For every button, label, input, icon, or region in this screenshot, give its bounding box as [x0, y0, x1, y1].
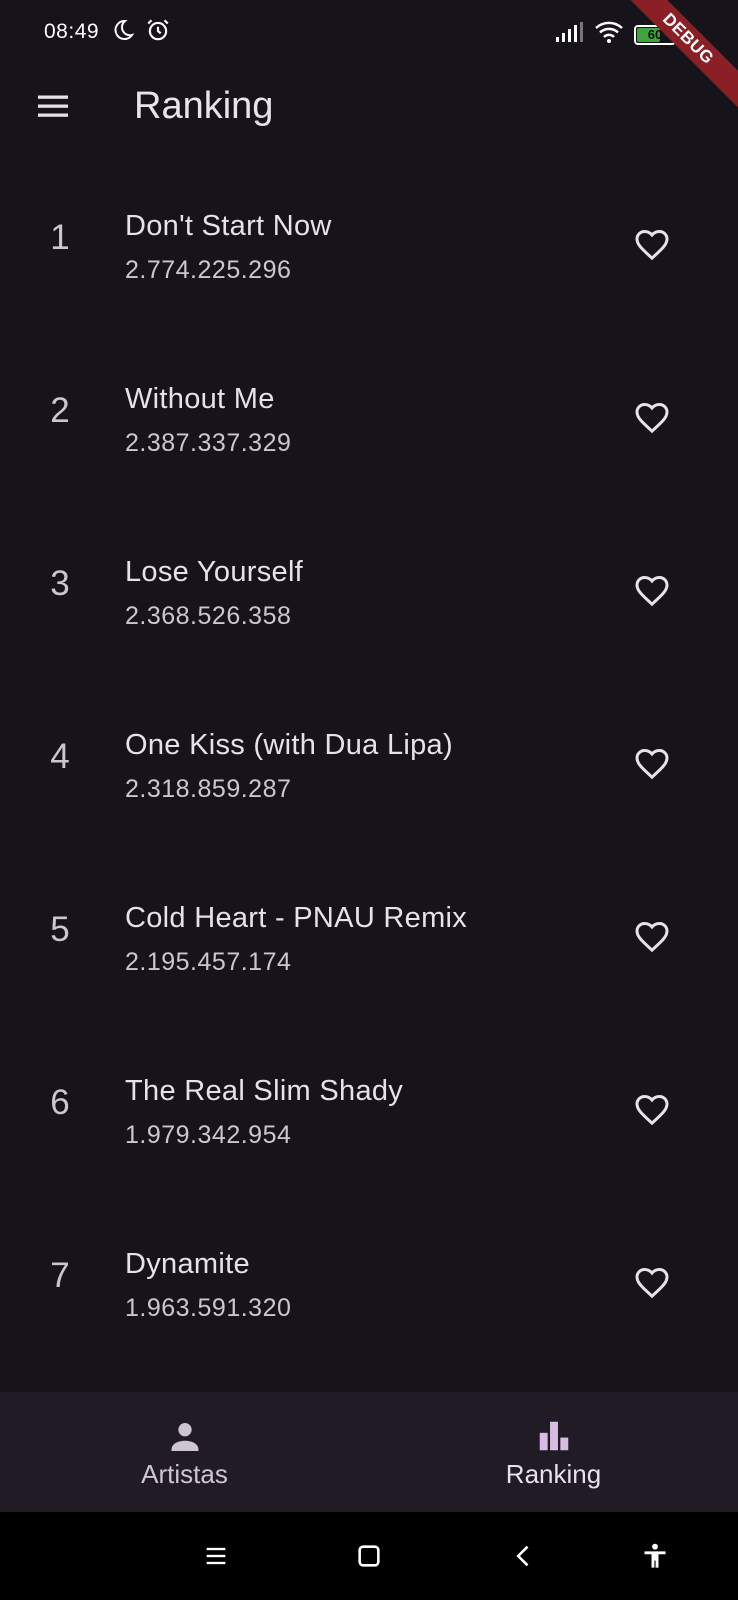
list-item[interactable]: 7 Dynamite 1.963.591.320 — [0, 1198, 738, 1371]
battery-icon: 60 — [634, 24, 680, 45]
back-icon — [516, 1545, 529, 1567]
ranking-list: 1 Don't Start Now 2.774.225.296 2 Withou… — [0, 160, 738, 1371]
favorite-button[interactable] — [626, 1256, 678, 1308]
nav-label-artistas: Artistas — [141, 1458, 228, 1489]
list-item[interactable]: 1 Don't Start Now 2.774.225.296 — [0, 160, 738, 333]
system-navigation-bar — [0, 1512, 738, 1600]
heart-outline-icon — [635, 748, 669, 780]
recents-icon — [206, 1547, 226, 1565]
stream-count: 2.195.457.174 — [125, 948, 292, 976]
heart-outline-icon — [635, 575, 669, 607]
stream-count: 2.318.859.287 — [125, 775, 292, 803]
rank-number: 7 — [50, 1256, 70, 1295]
nav-item-artistas[interactable]: Artistas — [0, 1392, 369, 1512]
moon-icon — [111, 18, 135, 47]
heart-outline-icon — [635, 1094, 669, 1126]
hamburger-menu-icon — [38, 95, 68, 117]
list-item[interactable]: 4 One Kiss (with Dua Lipa) 2.318.859.287 — [0, 679, 738, 852]
song-title: Without Me — [125, 383, 275, 415]
rank-number: 3 — [50, 564, 70, 603]
rank-number: 5 — [50, 910, 70, 949]
favorite-button[interactable] — [626, 910, 678, 962]
home-icon — [358, 1545, 380, 1567]
song-title: One Kiss (with Dua Lipa) — [125, 729, 453, 761]
page-title: Ranking — [134, 84, 274, 127]
song-title: Don't Start Now — [125, 210, 332, 242]
favorite-button[interactable] — [626, 391, 678, 443]
menu-button[interactable] — [24, 77, 82, 135]
stream-count: 1.979.342.954 — [125, 1121, 292, 1149]
back-button[interactable] — [502, 1534, 546, 1578]
recents-button[interactable] — [194, 1534, 238, 1578]
stream-count: 1.963.591.320 — [125, 1294, 292, 1322]
heart-outline-icon — [635, 229, 669, 261]
nav-item-ranking[interactable]: Ranking — [369, 1392, 738, 1512]
stream-count: 2.368.526.358 — [125, 602, 292, 630]
rank-number: 6 — [50, 1083, 70, 1122]
song-title: The Real Slim Shady — [125, 1075, 404, 1107]
home-button[interactable] — [347, 1534, 391, 1578]
list-item[interactable]: 3 Lose Yourself 2.368.526.358 — [0, 506, 738, 679]
rank-number: 4 — [50, 737, 70, 776]
heart-outline-icon — [635, 402, 669, 434]
favorite-button[interactable] — [626, 737, 678, 789]
status-time: 08:49 — [44, 20, 100, 43]
signal-icon — [556, 22, 584, 47]
wifi-icon — [594, 20, 624, 49]
status-bar: 08:49 60 — [0, 0, 738, 64]
nav-label-ranking: Ranking — [505, 1458, 602, 1489]
favorite-button[interactable] — [626, 564, 678, 616]
stream-count: 2.774.225.296 — [125, 256, 292, 284]
bar-chart-icon — [539, 1421, 568, 1450]
song-title: Cold Heart - PNAU Remix — [125, 902, 468, 934]
alarm-icon — [145, 17, 171, 48]
stream-count: 2.387.337.329 — [125, 429, 292, 457]
battery-level: 60 — [647, 27, 663, 42]
heart-outline-icon — [635, 1267, 669, 1299]
song-title: Dynamite — [125, 1248, 250, 1280]
heart-outline-icon — [635, 921, 669, 953]
list-item[interactable]: 5 Cold Heart - PNAU Remix 2.195.457.174 — [0, 852, 738, 1025]
song-title: Lose Yourself — [125, 556, 304, 588]
favorite-button[interactable] — [626, 218, 678, 270]
app-bar: Ranking — [0, 64, 738, 148]
accessibility-icon — [644, 1543, 666, 1568]
person-icon — [171, 1422, 198, 1451]
favorite-button[interactable] — [626, 1083, 678, 1135]
list-item[interactable]: 6 The Real Slim Shady 1.979.342.954 — [0, 1025, 738, 1198]
rank-number: 2 — [50, 391, 70, 430]
rank-number: 1 — [50, 218, 70, 257]
bottom-navigation: Artistas Ranking — [0, 1392, 738, 1512]
list-item[interactable]: 2 Without Me 2.387.337.329 — [0, 333, 738, 506]
accessibility-button[interactable] — [633, 1534, 677, 1578]
